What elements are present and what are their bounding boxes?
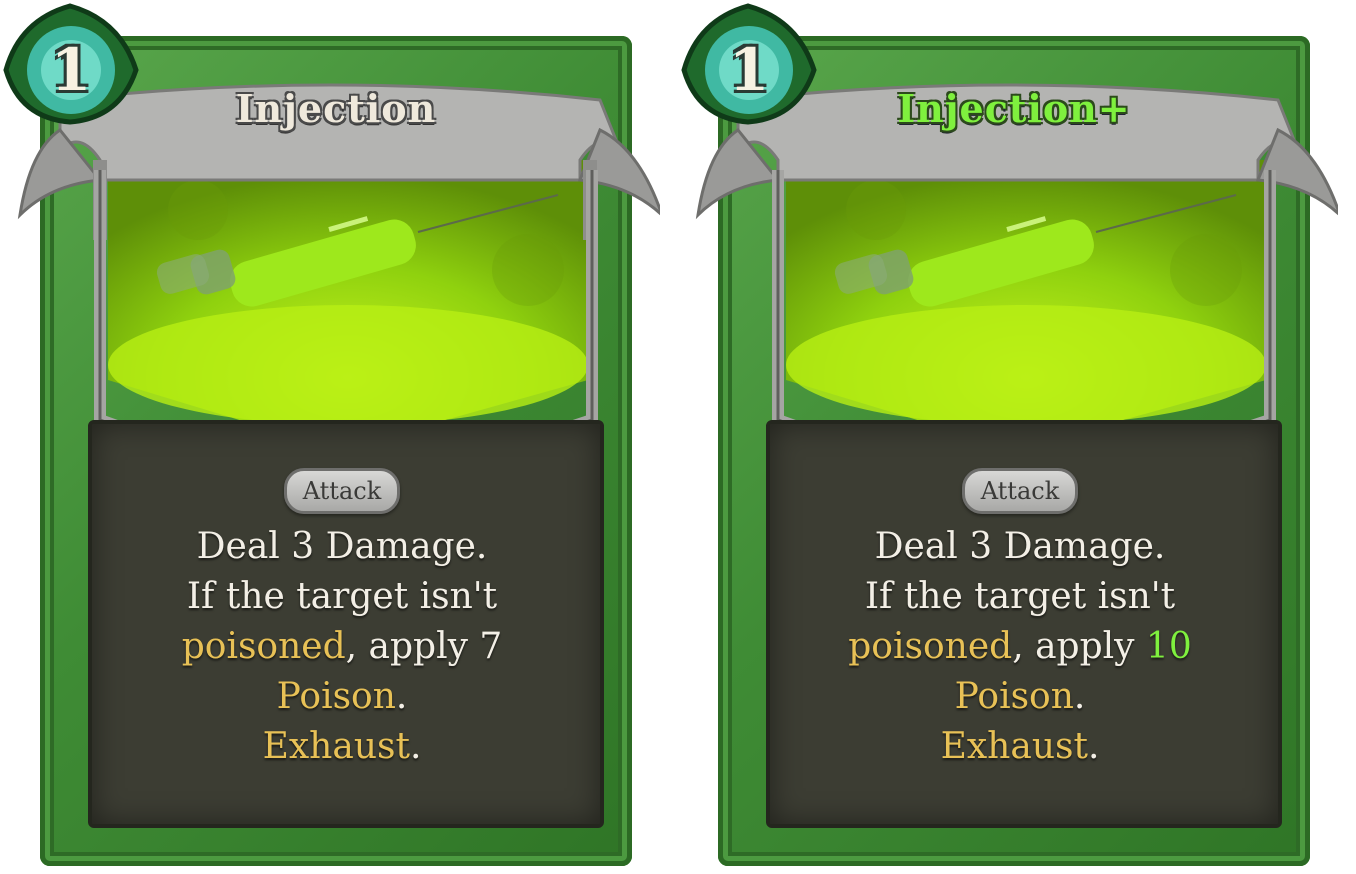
poison-amount: 7 xyxy=(479,626,503,667)
poison-amount: 10 xyxy=(1145,626,1192,667)
keyword-exhaust: Exhaust xyxy=(940,726,1088,767)
card-description: Deal 3 Damage. If the target isn't poiso… xyxy=(100,522,584,772)
keyword-exhaust: Exhaust xyxy=(262,726,410,767)
desc-line-4: Poison. xyxy=(778,672,1262,722)
keyword-poison: Poison xyxy=(954,676,1074,717)
card-type-tag: Attack xyxy=(284,468,400,514)
keyword-poisoned: poisoned xyxy=(181,626,346,667)
desc-apply-text: , apply xyxy=(1012,626,1146,667)
keyword-poisoned: poisoned xyxy=(848,626,1013,667)
card-description: Deal 3 Damage. If the target isn't poiso… xyxy=(778,522,1262,772)
desc-period: . xyxy=(395,676,408,717)
desc-period: . xyxy=(409,726,422,767)
desc-line-2: If the target isn't xyxy=(186,576,498,617)
desc-period: . xyxy=(1073,676,1086,717)
card-injection[interactable]: Injection 1 Attack Deal 3 Damage. If the… xyxy=(0,0,660,874)
card-cost: 1 xyxy=(728,36,770,104)
desc-line-1: Deal 3 Damage. xyxy=(196,526,488,567)
desc-period: . xyxy=(1087,726,1100,767)
card-cost: 1 xyxy=(50,36,92,104)
card-injection-plus[interactable]: Injection+ 1 Attack Deal 3 Damage. If th… xyxy=(678,0,1338,874)
keyword-poison: Poison xyxy=(276,676,396,717)
desc-line-5: Exhaust. xyxy=(100,722,584,772)
desc-apply-text: , apply xyxy=(345,626,480,667)
desc-line-4: Poison. xyxy=(100,672,584,722)
desc-line-2: If the target isn't xyxy=(864,576,1176,617)
card-type-tag: Attack xyxy=(962,468,1078,514)
desc-line-3: poisoned, apply 10 xyxy=(778,622,1262,672)
desc-line-5: Exhaust. xyxy=(778,722,1262,772)
desc-line-3: poisoned, apply 7 xyxy=(100,622,584,672)
desc-line-1: Deal 3 Damage. xyxy=(874,526,1166,567)
